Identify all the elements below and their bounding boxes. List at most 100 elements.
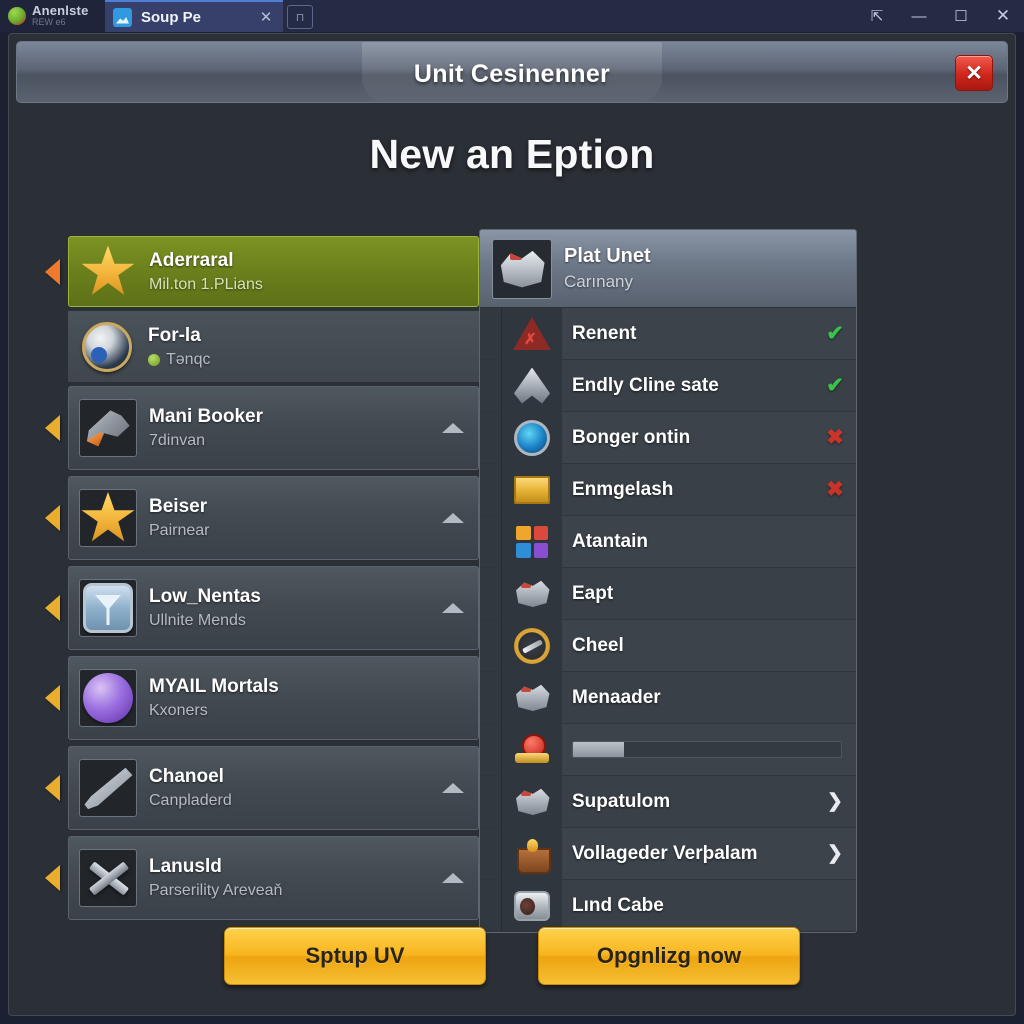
list-item-text: Mani Booker 7dinvan (149, 406, 430, 450)
list-item-card[interactable]: Mani Booker 7dinvan (68, 386, 479, 470)
yellow-chevron-marker (36, 595, 68, 621)
share-icon[interactable]: ⇱ (856, 0, 898, 32)
list-item-card[interactable]: Lanusld Parserility Areveaň (68, 836, 479, 920)
list-item-card[interactable]: For-la Tənqc (68, 311, 479, 382)
setup-button[interactable]: Sptup UV (224, 927, 486, 985)
row-label: Endly Cline sate (572, 374, 719, 396)
list-item-subtitle-text: Mil.ton 1.PLians (149, 275, 263, 293)
basket-icon (502, 828, 562, 879)
row-gutter (480, 464, 502, 515)
table-row[interactable]: Endly Cline sate ✔ (480, 360, 856, 412)
chevron-up-icon[interactable] (442, 873, 464, 883)
left-option-list: Aderraral Mil.ton 1.PLians For-la Tənqc Mani… (9, 224, 479, 924)
table-row[interactable]: Atantain (480, 516, 856, 568)
row-gutter (480, 360, 502, 411)
list-item-subtitle-text: Tənqc (166, 350, 211, 368)
right-panel-header[interactable]: Plat Unet Carınany (480, 230, 856, 308)
organize-button[interactable]: Opgnlizg now (538, 927, 800, 985)
row-gutter (480, 724, 502, 775)
progress-bar (562, 741, 856, 758)
background-tab[interactable]: Anenlste REW e6 (0, 0, 105, 32)
list-item-text: Low_Nentas Ullnite Mends (149, 586, 430, 630)
row-label: Eapt (572, 582, 614, 604)
tools-icon (79, 849, 137, 907)
chevron-right-icon[interactable]: ❯ (814, 790, 856, 813)
ring-icon (502, 880, 562, 931)
chevron-up-icon[interactable] (442, 603, 464, 613)
active-tab-title: Soup Pe (141, 8, 202, 26)
table-row[interactable]: Eapt (480, 568, 856, 620)
unit-designer-dialog: Unit Cesinenner ✕ New an Eption Aderrara… (8, 33, 1016, 1016)
list-item-card[interactable]: MYAIL Mortals Kxoners (68, 656, 479, 740)
table-row[interactable]: Cheel (480, 620, 856, 672)
list-item[interactable]: Aderraral Mil.ton 1.PLians (36, 236, 479, 307)
engine-parts-icon (502, 672, 562, 723)
medal-icon (502, 724, 562, 775)
table-row[interactable]: Enmgelash ✖ (480, 464, 856, 516)
yellow-chevron-marker (36, 685, 68, 711)
row-gutter (480, 828, 502, 879)
list-item-card[interactable]: Beiser Pairnear (68, 476, 479, 560)
list-item-subtitle-text: Pairnear (149, 522, 210, 539)
row-gutter (480, 412, 502, 463)
chevron-right-icon[interactable]: ❯ (814, 842, 856, 865)
list-item-subtitle-text: Canpladerd (149, 792, 232, 809)
list-item-title: Chanoel (149, 766, 224, 787)
list-item[interactable]: Lanusld Parserility Areveaň (36, 836, 479, 920)
list-item[interactable]: MYAIL Mortals Kxoners (36, 656, 479, 740)
row-label: Menaader (572, 686, 661, 708)
engine-parts-icon (502, 776, 562, 827)
engine-icon (492, 238, 552, 299)
page-title: New an Eption (369, 131, 655, 177)
dialog-titlebar: Unit Cesinenner ✕ (16, 41, 1008, 103)
dialog-close-button[interactable]: ✕ (955, 55, 993, 91)
minimize-button[interactable]: — (898, 0, 940, 32)
window-close-button[interactable]: ✕ (982, 0, 1024, 32)
list-item-text: MYAIL Mortals Kxoners (149, 676, 464, 720)
row-label: Renent (572, 322, 637, 344)
star-icon (79, 243, 137, 301)
list-item-subtitle-text: 7dinvan (149, 432, 206, 449)
tab-list-icon[interactable]: ⊓ (287, 5, 313, 29)
screen-icon (79, 579, 137, 637)
table-row[interactable]: Menaader (480, 672, 856, 724)
chevron-up-icon[interactable] (442, 423, 464, 433)
table-row[interactable]: Renent ✔ (480, 308, 856, 360)
table-row[interactable]: Supatulom ❯ (480, 776, 856, 828)
table-row[interactable]: Bonger ontin ✖ (480, 412, 856, 464)
status-badge: ✖ (826, 478, 844, 501)
chevron-up-icon[interactable] (442, 783, 464, 793)
list-item-card[interactable]: Chanoel Canpladerd (68, 746, 479, 830)
tab-close-icon[interactable]: ✕ (257, 8, 275, 26)
table-row[interactable]: Vollageder Verþalam ❯ (480, 828, 856, 880)
list-item[interactable]: Low_Nentas Ullnite Mends (36, 566, 479, 650)
list-item-subtitle: Parserility Areveaň (149, 882, 430, 900)
list-item[interactable]: For-la Tənqc (36, 311, 479, 382)
list-item-title: Beiser (149, 496, 208, 517)
list-item[interactable]: Mani Booker 7dinvan (36, 386, 479, 470)
list-item[interactable]: Beiser Pairnear (36, 476, 479, 560)
list-item-subtitle-text: Parserility Areveaň (149, 882, 283, 899)
row-label: Enmgelash (572, 478, 674, 500)
list-item-card[interactable]: Aderraral Mil.ton 1.PLians (68, 236, 479, 307)
footer-actions: Sptup UV Opgnlizg now (9, 927, 1015, 985)
row-gutter (480, 776, 502, 827)
list-item[interactable]: Chanoel Canpladerd (36, 746, 479, 830)
row-gutter (480, 880, 502, 931)
maximize-button[interactable]: ☐ (940, 0, 982, 32)
list-item-text: Aderraral Mil.ton 1.PLians (149, 250, 464, 294)
chevron-up-icon[interactable] (442, 513, 464, 523)
table-row[interactable]: Lınd Cabe (480, 880, 856, 932)
active-tab[interactable]: Soup Pe ✕ (105, 0, 283, 32)
right-detail-column: Plat Unet Carınany Renent✔Endly Cline sa… (479, 224, 949, 933)
list-item-subtitle-text: Kxoners (149, 702, 208, 719)
list-item-card[interactable]: Low_Nentas Ullnite Mends (68, 566, 479, 650)
row-gutter (480, 308, 502, 359)
image-favicon (113, 7, 132, 27)
background-tab-subtitle: REW e6 (32, 17, 66, 28)
list-item-subtitle-text: Ullnite Mends (149, 612, 246, 629)
table-row[interactable] (480, 724, 856, 776)
list-item-title: Low_Nentas (149, 586, 261, 607)
right-panel-rows: Renent✔Endly Cline sate✔Bonger ontin✖Enm… (480, 308, 856, 932)
window-controls: ⇱ — ☐ ✕ (856, 0, 1024, 32)
